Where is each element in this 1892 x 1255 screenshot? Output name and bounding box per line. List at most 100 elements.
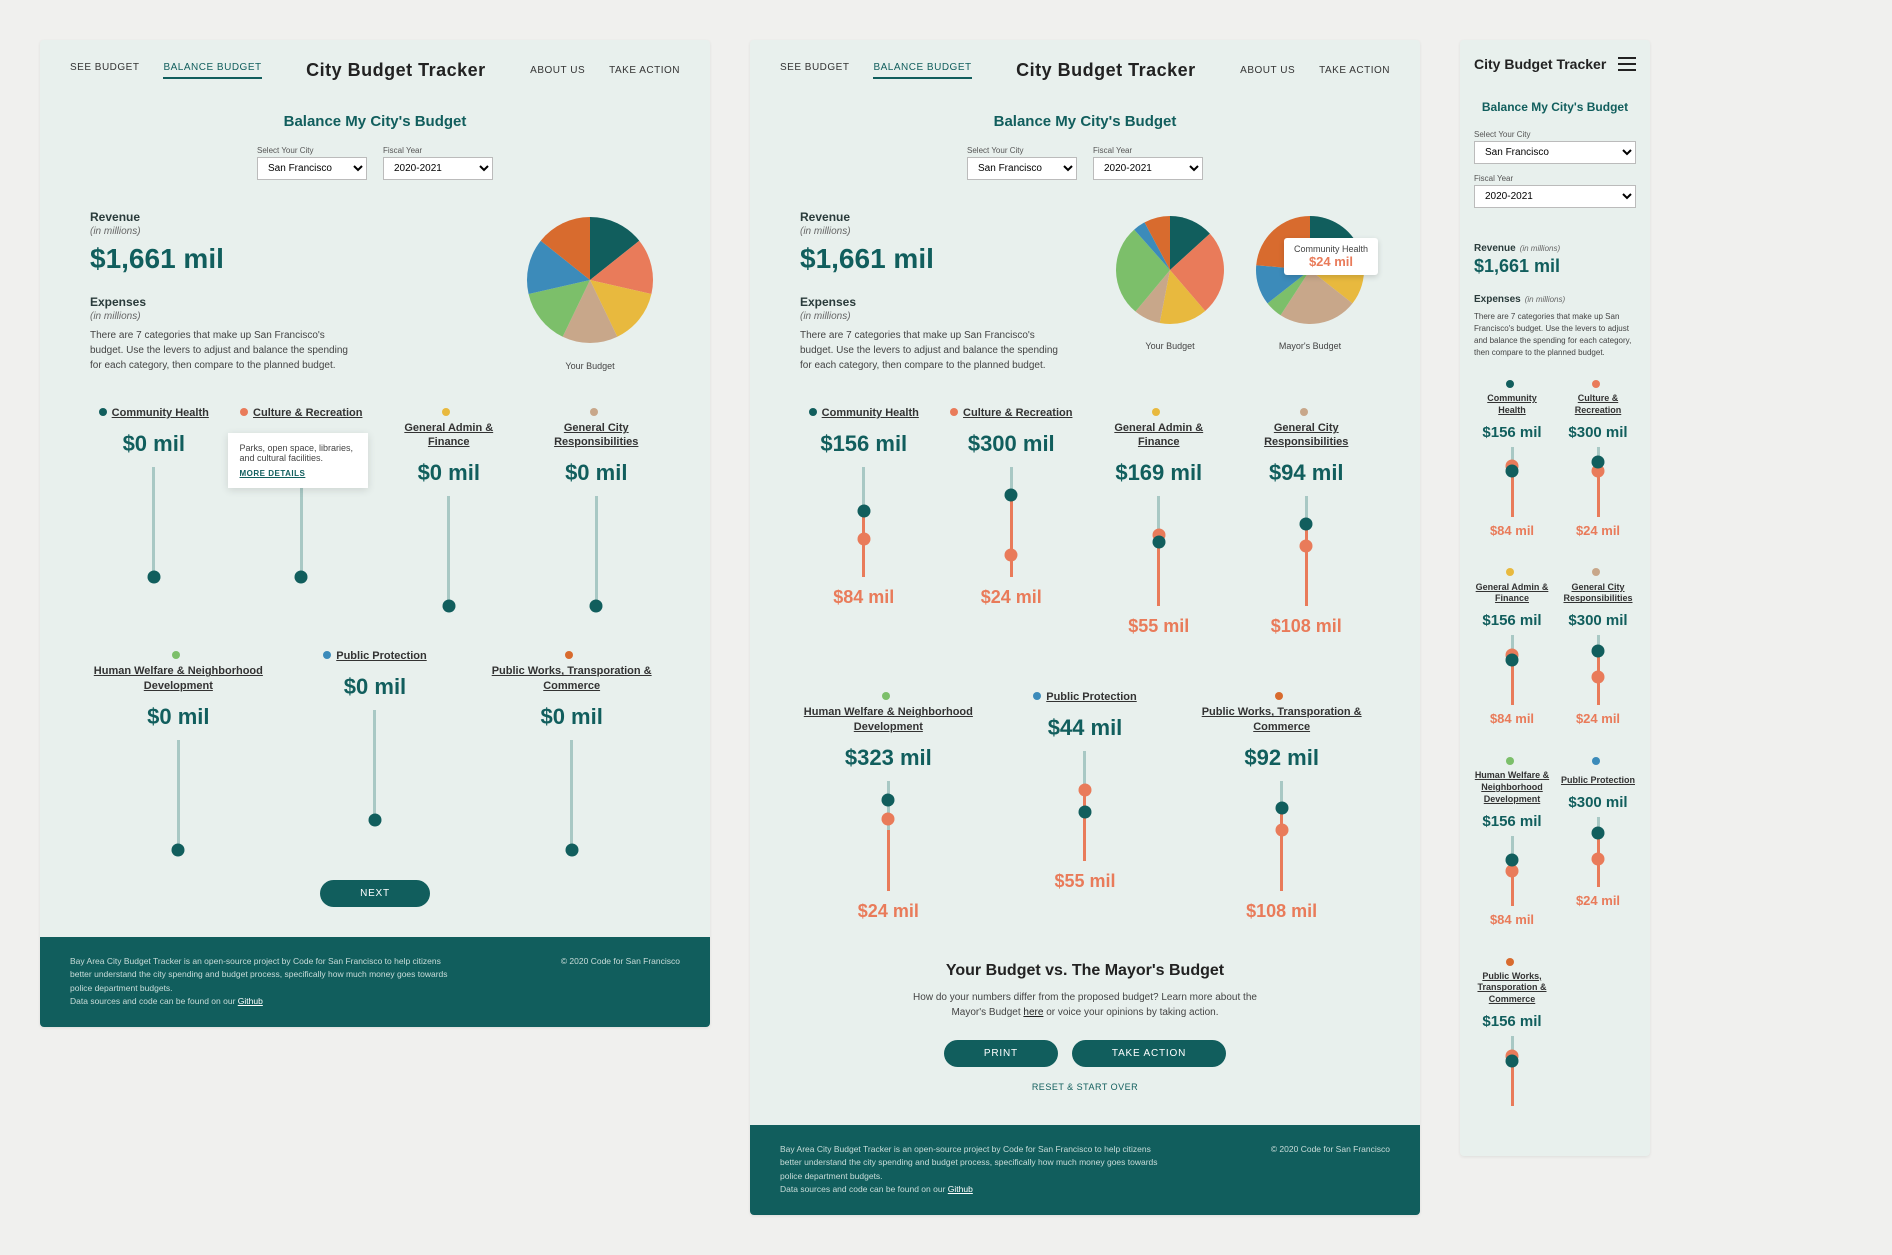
- slider-handle-mayor[interactable]: [1005, 549, 1018, 562]
- category-name[interactable]: Public Works, Transporation & Commerce: [483, 664, 660, 693]
- slider-handle-mayor[interactable]: [1592, 671, 1605, 684]
- compare-title: Your Budget vs. The Mayor's Budget: [800, 962, 1370, 980]
- category-slider[interactable]: [177, 740, 180, 850]
- category-slider[interactable]: [887, 781, 890, 891]
- slider-handle-your[interactable]: [1275, 802, 1288, 815]
- category-name[interactable]: Community Health: [822, 406, 919, 420]
- slider-handle-your[interactable]: [882, 794, 895, 807]
- tooltip-more-link[interactable]: MORE DETAILS: [240, 469, 356, 478]
- slider-handle-mayor[interactable]: [857, 532, 870, 545]
- slider-handle-your[interactable]: [1300, 517, 1313, 530]
- slider-handle-your[interactable]: [1592, 826, 1605, 839]
- slider-handle[interactable]: [590, 600, 603, 613]
- nav-balance-budget[interactable]: BALANCE BUDGET: [873, 62, 971, 79]
- slider-handle-your[interactable]: [1078, 805, 1091, 818]
- slider-handle-your[interactable]: [1506, 854, 1519, 867]
- category-slider[interactable]: [447, 496, 450, 606]
- year-select[interactable]: 2020-2021: [383, 157, 493, 180]
- category-name[interactable]: Culture & Recreation: [1560, 393, 1636, 416]
- nav-about-us[interactable]: ABOUT US: [1240, 65, 1295, 76]
- footer-github-link[interactable]: Github: [948, 1184, 973, 1194]
- nav-about-us[interactable]: ABOUT US: [530, 65, 585, 76]
- category-name[interactable]: Culture & Recreation: [963, 406, 1072, 420]
- category-name[interactable]: Public Protection: [336, 649, 426, 663]
- category-name[interactable]: Public Protection: [1561, 775, 1635, 787]
- print-button[interactable]: PRINT: [944, 1040, 1058, 1067]
- category-slider[interactable]: [1511, 447, 1514, 517]
- category-slider[interactable]: [1157, 496, 1160, 606]
- category-slider[interactable]: [595, 496, 598, 606]
- slider-handle-mayor[interactable]: [1078, 783, 1091, 796]
- city-select[interactable]: San Francisco: [967, 157, 1077, 180]
- city-select-label: Select Your City: [967, 146, 1077, 155]
- slider-handle-your[interactable]: [1592, 644, 1605, 657]
- city-select[interactable]: San Francisco: [257, 157, 367, 180]
- slider-handle[interactable]: [172, 843, 185, 856]
- take-action-button[interactable]: TAKE ACTION: [1072, 1040, 1226, 1067]
- compare-here-link[interactable]: here: [1023, 1007, 1043, 1018]
- slider-handle-mayor[interactable]: [882, 813, 895, 826]
- brand-title: City Budget Tracker: [1016, 60, 1196, 81]
- slider-handle-your[interactable]: [1152, 536, 1165, 549]
- category-name[interactable]: Public Protection: [1046, 690, 1136, 704]
- category-name[interactable]: Culture & Recreation: [253, 406, 362, 420]
- category-slider[interactable]: [1511, 836, 1514, 906]
- category-name[interactable]: Human Welfare & Neighborhood Development: [800, 705, 977, 734]
- category-name[interactable]: General City Responsibilities: [533, 421, 661, 450]
- footer-github-link[interactable]: Github: [238, 996, 263, 1006]
- category-name[interactable]: Human Welfare & Neighborhood Development: [90, 664, 267, 693]
- year-select[interactable]: 2020-2021: [1474, 185, 1636, 208]
- category-name[interactable]: Human Welfare & Neighborhood Development: [1474, 770, 1550, 805]
- category-slider[interactable]: [1597, 447, 1600, 517]
- category-slider[interactable]: [1511, 635, 1514, 705]
- slider-handle[interactable]: [295, 571, 308, 584]
- category-slider[interactable]: [1280, 781, 1283, 891]
- category-slider[interactable]: [1305, 496, 1308, 606]
- year-select[interactable]: 2020-2021: [1093, 157, 1203, 180]
- category-name[interactable]: General City Responsibilities: [1560, 582, 1636, 605]
- category-mayor-value: $84 mil: [800, 587, 928, 608]
- category-name[interactable]: Public Works, Transporation & Commerce: [1193, 705, 1370, 734]
- slider-handle-your[interactable]: [1506, 653, 1519, 666]
- slider-handle-your[interactable]: [857, 505, 870, 518]
- category-color-dot: [442, 408, 450, 416]
- next-button[interactable]: NEXT: [320, 880, 430, 907]
- slider-handle-your[interactable]: [1592, 456, 1605, 469]
- category-name[interactable]: General Admin & Finance: [1095, 421, 1223, 450]
- reset-link[interactable]: RESET & START OVER: [1032, 1082, 1138, 1092]
- category-name[interactable]: General Admin & Finance: [1474, 582, 1550, 605]
- slider-handle[interactable]: [565, 843, 578, 856]
- category-name[interactable]: General Admin & Finance: [385, 421, 513, 450]
- slider-handle-your[interactable]: [1506, 1054, 1519, 1067]
- hamburger-icon[interactable]: [1618, 57, 1636, 71]
- nav-take-action[interactable]: TAKE ACTION: [609, 65, 680, 76]
- category-slider[interactable]: [1511, 1036, 1514, 1106]
- slider-handle-your[interactable]: [1506, 465, 1519, 478]
- slider-handle-mayor[interactable]: [1592, 853, 1605, 866]
- category-slider[interactable]: [570, 740, 573, 850]
- slider-handle[interactable]: [368, 814, 381, 827]
- slider-handle-your[interactable]: [1005, 488, 1018, 501]
- category-slider[interactable]: [373, 710, 376, 820]
- category-slider[interactable]: [1597, 817, 1600, 887]
- slider-handle[interactable]: [442, 600, 455, 613]
- nav-see-budget[interactable]: SEE BUDGET: [70, 62, 139, 79]
- category-slider[interactable]: [862, 467, 865, 577]
- category-name[interactable]: General City Responsibilities: [1243, 421, 1371, 450]
- category-slider[interactable]: [1010, 467, 1013, 577]
- category-name[interactable]: Community Health: [112, 406, 209, 420]
- category-item: General City Responsibilities $0 mil: [533, 403, 661, 606]
- slider-handle[interactable]: [147, 571, 160, 584]
- nav-take-action[interactable]: TAKE ACTION: [1319, 65, 1390, 76]
- category-slider[interactable]: [1083, 751, 1086, 861]
- city-select[interactable]: San Francisco: [1474, 141, 1636, 164]
- category-value: $0 mil: [533, 460, 661, 486]
- slider-handle-mayor[interactable]: [1300, 539, 1313, 552]
- slider-handle-mayor[interactable]: [1275, 824, 1288, 837]
- nav-balance-budget[interactable]: BALANCE BUDGET: [163, 62, 261, 79]
- category-name[interactable]: Public Works, Transporation & Commerce: [1474, 971, 1550, 1006]
- category-slider[interactable]: [1597, 635, 1600, 705]
- category-name[interactable]: Community Health: [1474, 393, 1550, 416]
- nav-see-budget[interactable]: SEE BUDGET: [780, 62, 849, 79]
- category-slider[interactable]: [152, 467, 155, 577]
